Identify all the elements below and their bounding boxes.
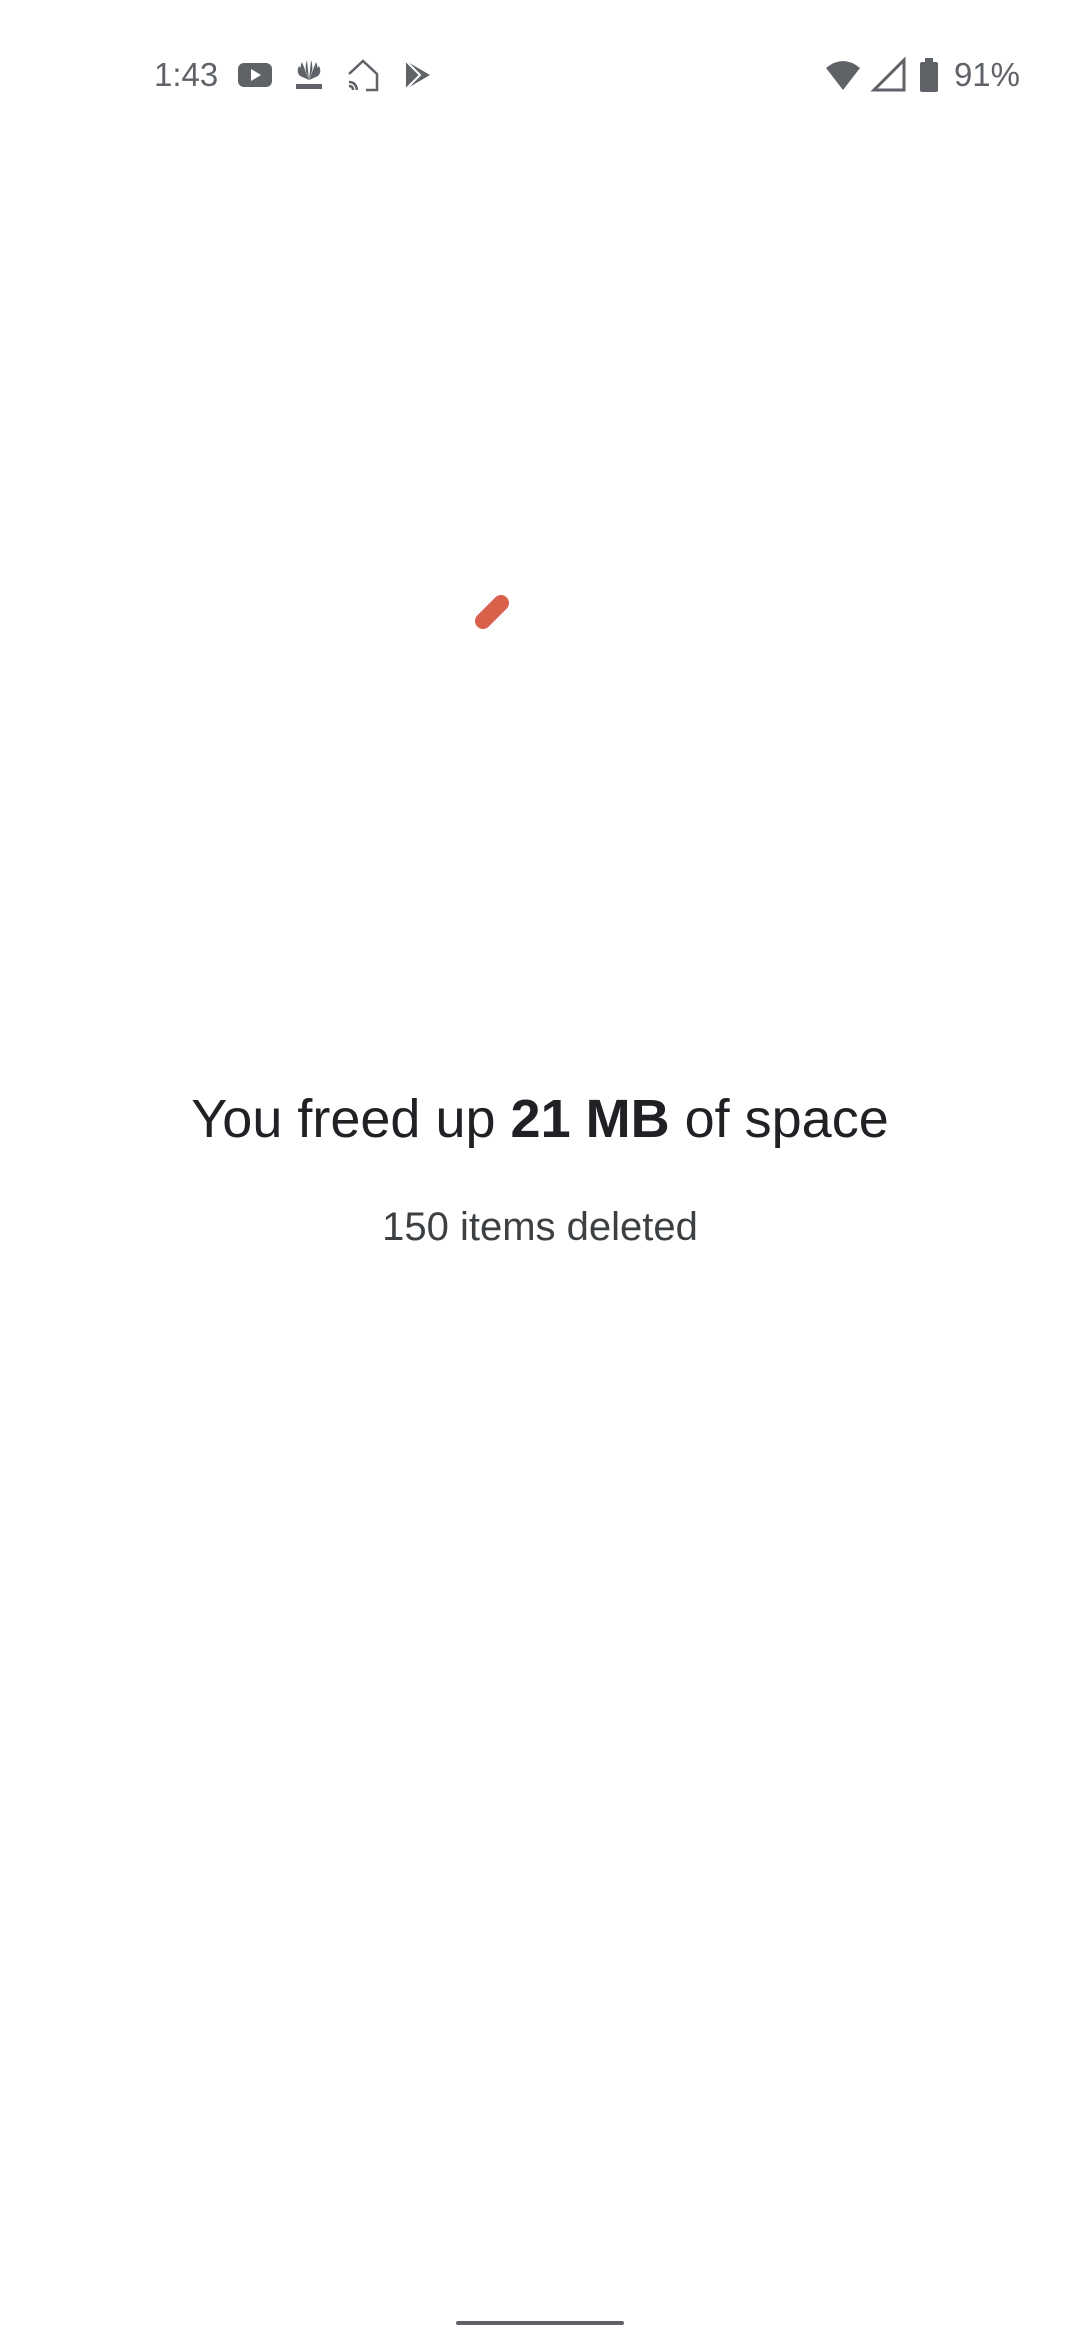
cell-signal-icon bbox=[870, 56, 908, 94]
freed-space-headline: You freed up 21 MB of space bbox=[0, 1085, 1080, 1153]
gesture-nav-handle[interactable] bbox=[456, 2321, 624, 2325]
battery-icon bbox=[916, 56, 942, 94]
notification-icons bbox=[236, 56, 436, 94]
progress-spinner bbox=[470, 590, 514, 634]
headline-suffix: of space bbox=[684, 1089, 889, 1149]
google-home-icon bbox=[344, 56, 382, 94]
system-icons: 91% bbox=[824, 54, 1020, 96]
wifi-icon bbox=[824, 56, 862, 94]
items-deleted-text: 150 items deleted bbox=[382, 1205, 698, 1249]
play-store-icon bbox=[398, 56, 436, 94]
status-bar: 1:43 91% bbox=[0, 0, 1080, 150]
freed-amount: 21 MB bbox=[510, 1089, 670, 1149]
battery-percentage: 91% bbox=[953, 56, 1020, 93]
status-time: 1:43 bbox=[154, 56, 219, 93]
headline-prefix: You freed up bbox=[191, 1089, 496, 1149]
cnbc-icon bbox=[290, 56, 328, 94]
youtube-icon bbox=[236, 56, 274, 94]
